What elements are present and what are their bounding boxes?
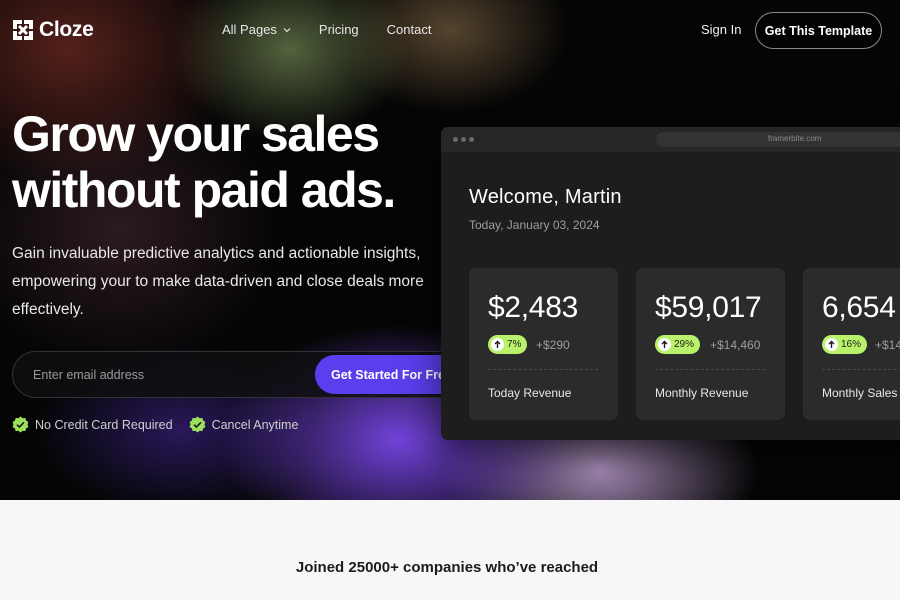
social-proof-heading: Joined 25000+ companies who’ve reached (295, 559, 599, 576)
nav-item-all-pages[interactable]: All Pages (222, 22, 291, 37)
url-bar: framerbite.com (656, 132, 900, 147)
nav-item-label: All Pages (222, 22, 277, 37)
growth-badge: 16% (822, 335, 868, 354)
url-text: framerbite.com (768, 134, 822, 143)
hero-subtitle: Gain invaluable predictive analytics and… (12, 245, 424, 318)
nav-item-label: Pricing (318, 22, 359, 37)
stat-card-monthly-revenue: $59,017 29% +$14,460 Monthly Revenue (636, 268, 785, 420)
nav-item-label: Contact (386, 22, 432, 37)
welcome-heading: Welcome, Martin (469, 186, 622, 208)
stat-value: 6,654 (822, 291, 896, 324)
check-label: Cancel Anytime (211, 417, 299, 432)
growth-percent: 29% (674, 339, 695, 350)
check-badge-icon (12, 416, 29, 433)
arrow-up-icon (491, 338, 504, 351)
divider (822, 369, 900, 370)
date-text: Today, January 03, 2024 (469, 218, 600, 232)
headline-line-2: without paid ads. (12, 162, 396, 218)
growth-percent: 7% (507, 339, 522, 350)
divider (655, 369, 765, 370)
logo-icon (13, 20, 33, 40)
arrow-up-icon (658, 338, 671, 351)
main-nav: All Pages Pricing Contact (222, 22, 459, 37)
browser-bar: framerbite.com (441, 127, 900, 152)
check-no-credit-card: No Credit Card Required (12, 416, 173, 433)
brand-name: Cloze (39, 18, 94, 41)
stat-card-monthly-sales: 6,654 16% +$14 Monthly Sales (803, 268, 900, 420)
nav-item-contact[interactable]: Contact (387, 22, 432, 37)
delta-value: +$14,460 (710, 338, 761, 352)
stat-card-today-revenue: $2,483 7% +$290 Today Revenue (469, 268, 618, 420)
chevron-down-icon (283, 27, 291, 32)
stat-label: Monthly Sales (822, 386, 898, 400)
sign-in-link[interactable]: Sign In (701, 22, 741, 37)
delta-value: +$290 (536, 338, 570, 352)
email-signup-form: Get Started For Free (12, 351, 485, 398)
stat-value: $2,483 (488, 291, 578, 324)
check-cancel-anytime: Cancel Anytime (189, 416, 299, 433)
window-dot (453, 137, 458, 142)
headline-line-1: Grow your sales (12, 106, 380, 162)
hero-section: Cloze All Pages Pricing Contact Sign In … (0, 0, 900, 500)
feature-checks: No Credit Card Required Cancel Anytime (12, 416, 314, 433)
get-template-button[interactable]: Get This Template (755, 12, 882, 49)
stat-value: $59,017 (655, 291, 762, 324)
delta-value: +$14 (875, 338, 900, 352)
email-input[interactable] (33, 364, 303, 386)
growth-badge: 29% (655, 335, 701, 354)
dashboard-preview: framerbite.com Welcome, Martin Today, Ja… (441, 127, 900, 440)
logo[interactable]: Cloze (12, 18, 94, 42)
growth-percent: 16% (841, 339, 862, 350)
window-dot (461, 137, 466, 142)
arrow-up-icon (825, 338, 838, 351)
stat-label: Today Revenue (488, 386, 572, 400)
check-badge-icon (189, 416, 205, 433)
growth-badge: 7% (488, 335, 528, 354)
nav-item-pricing[interactable]: Pricing (319, 22, 359, 37)
window-dot (469, 137, 474, 142)
divider (488, 369, 598, 370)
check-label: No Credit Card Required (35, 417, 173, 432)
hero-headline: Grow your sales without paid ads. (12, 106, 396, 218)
stat-label: Monthly Revenue (655, 386, 749, 400)
